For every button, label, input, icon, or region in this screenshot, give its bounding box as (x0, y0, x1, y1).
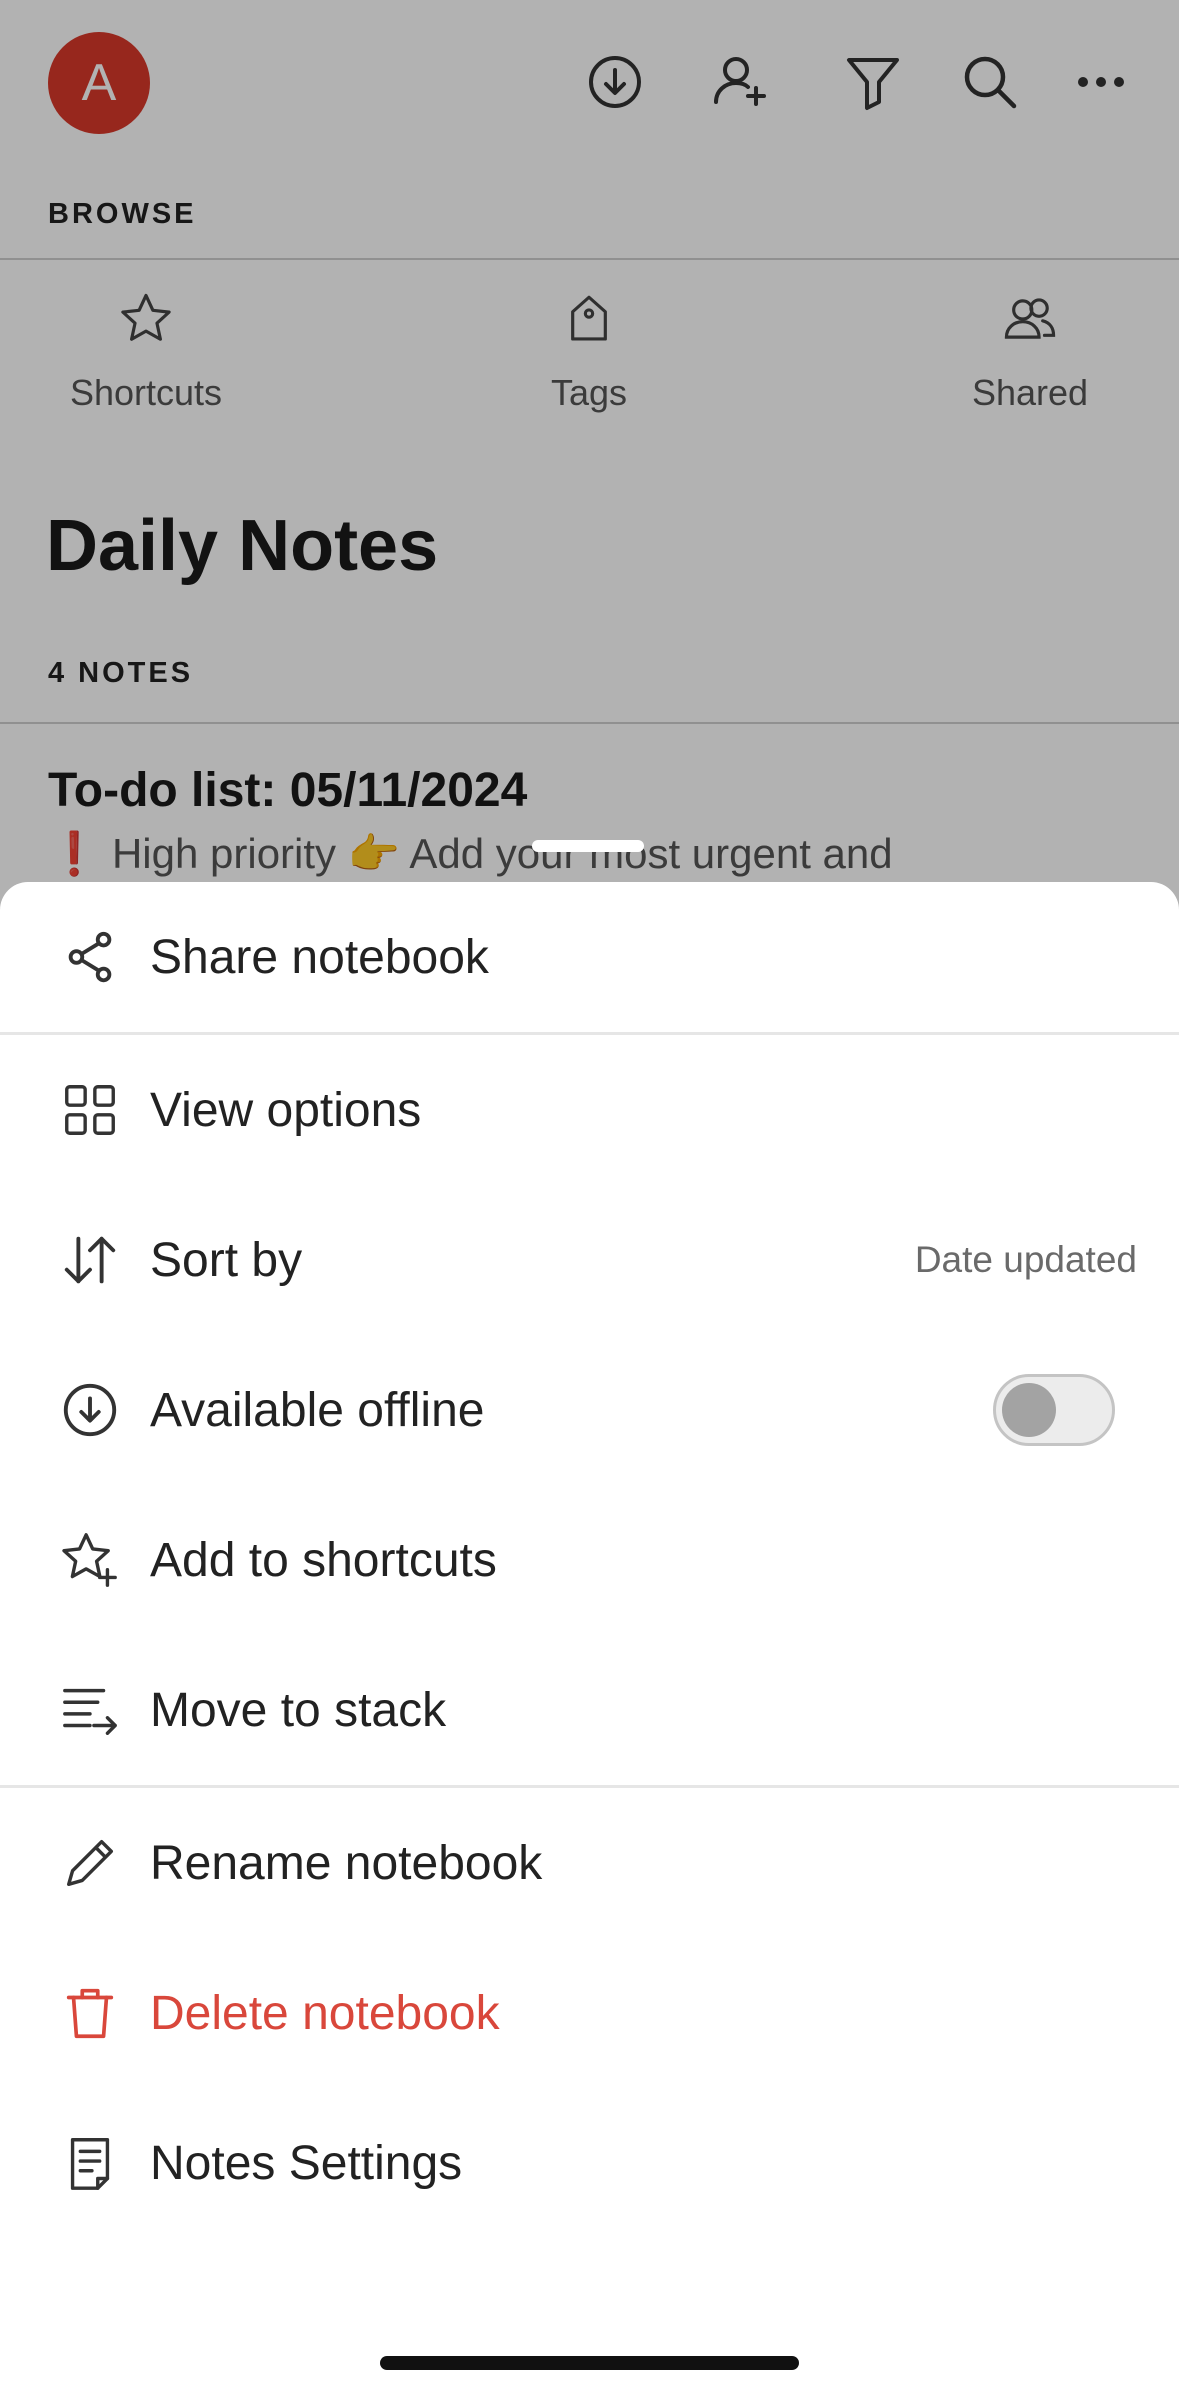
available-offline-label: Available offline (150, 1383, 485, 1437)
add-to-shortcuts-label: Add to shortcuts (150, 1533, 497, 1587)
sort-icon (56, 1226, 124, 1294)
sheet-grabber[interactable] (532, 840, 644, 852)
pencil-icon (56, 1829, 124, 1897)
note-settings-icon (56, 2129, 124, 2197)
notes-settings-item[interactable]: Notes Settings (0, 2088, 1179, 2238)
delete-notebook-label: Delete notebook (150, 1986, 500, 2040)
home-indicator[interactable] (380, 2356, 799, 2370)
star-add-icon (56, 1526, 124, 1594)
view-options-item[interactable]: View options (0, 1035, 1179, 1185)
available-offline-item: Available offline (0, 1335, 1179, 1485)
move-to-stack-item[interactable]: Move to stack (0, 1635, 1179, 1785)
grid-icon (56, 1076, 124, 1144)
share-notebook-label: Share notebook (150, 930, 489, 984)
share-icon (56, 923, 124, 991)
toggle-knob (1002, 1383, 1056, 1437)
download-circle-icon (56, 1376, 124, 1444)
delete-notebook-item[interactable]: Delete notebook (0, 1938, 1179, 2088)
available-offline-toggle[interactable] (993, 1374, 1115, 1446)
trash-icon (56, 1979, 124, 2047)
notes-settings-label: Notes Settings (150, 2136, 463, 2190)
share-notebook-item[interactable]: Share notebook (0, 882, 1179, 1032)
add-to-shortcuts-item[interactable]: Add to shortcuts (0, 1485, 1179, 1635)
view-options-label: View options (150, 1083, 422, 1137)
rename-notebook-item[interactable]: Rename notebook (0, 1788, 1179, 1938)
stack-move-icon (56, 1676, 124, 1744)
sort-by-value: Date updated (914, 1239, 1137, 1280)
sort-by-label: Sort by (150, 1233, 303, 1287)
rename-notebook-label: Rename notebook (150, 1836, 543, 1890)
move-to-stack-label: Move to stack (150, 1683, 447, 1737)
sort-by-item[interactable]: Sort by Date updated (0, 1185, 1179, 1335)
notebook-actions-sheet: Share notebook View options Sort by Date… (0, 882, 1179, 2396)
